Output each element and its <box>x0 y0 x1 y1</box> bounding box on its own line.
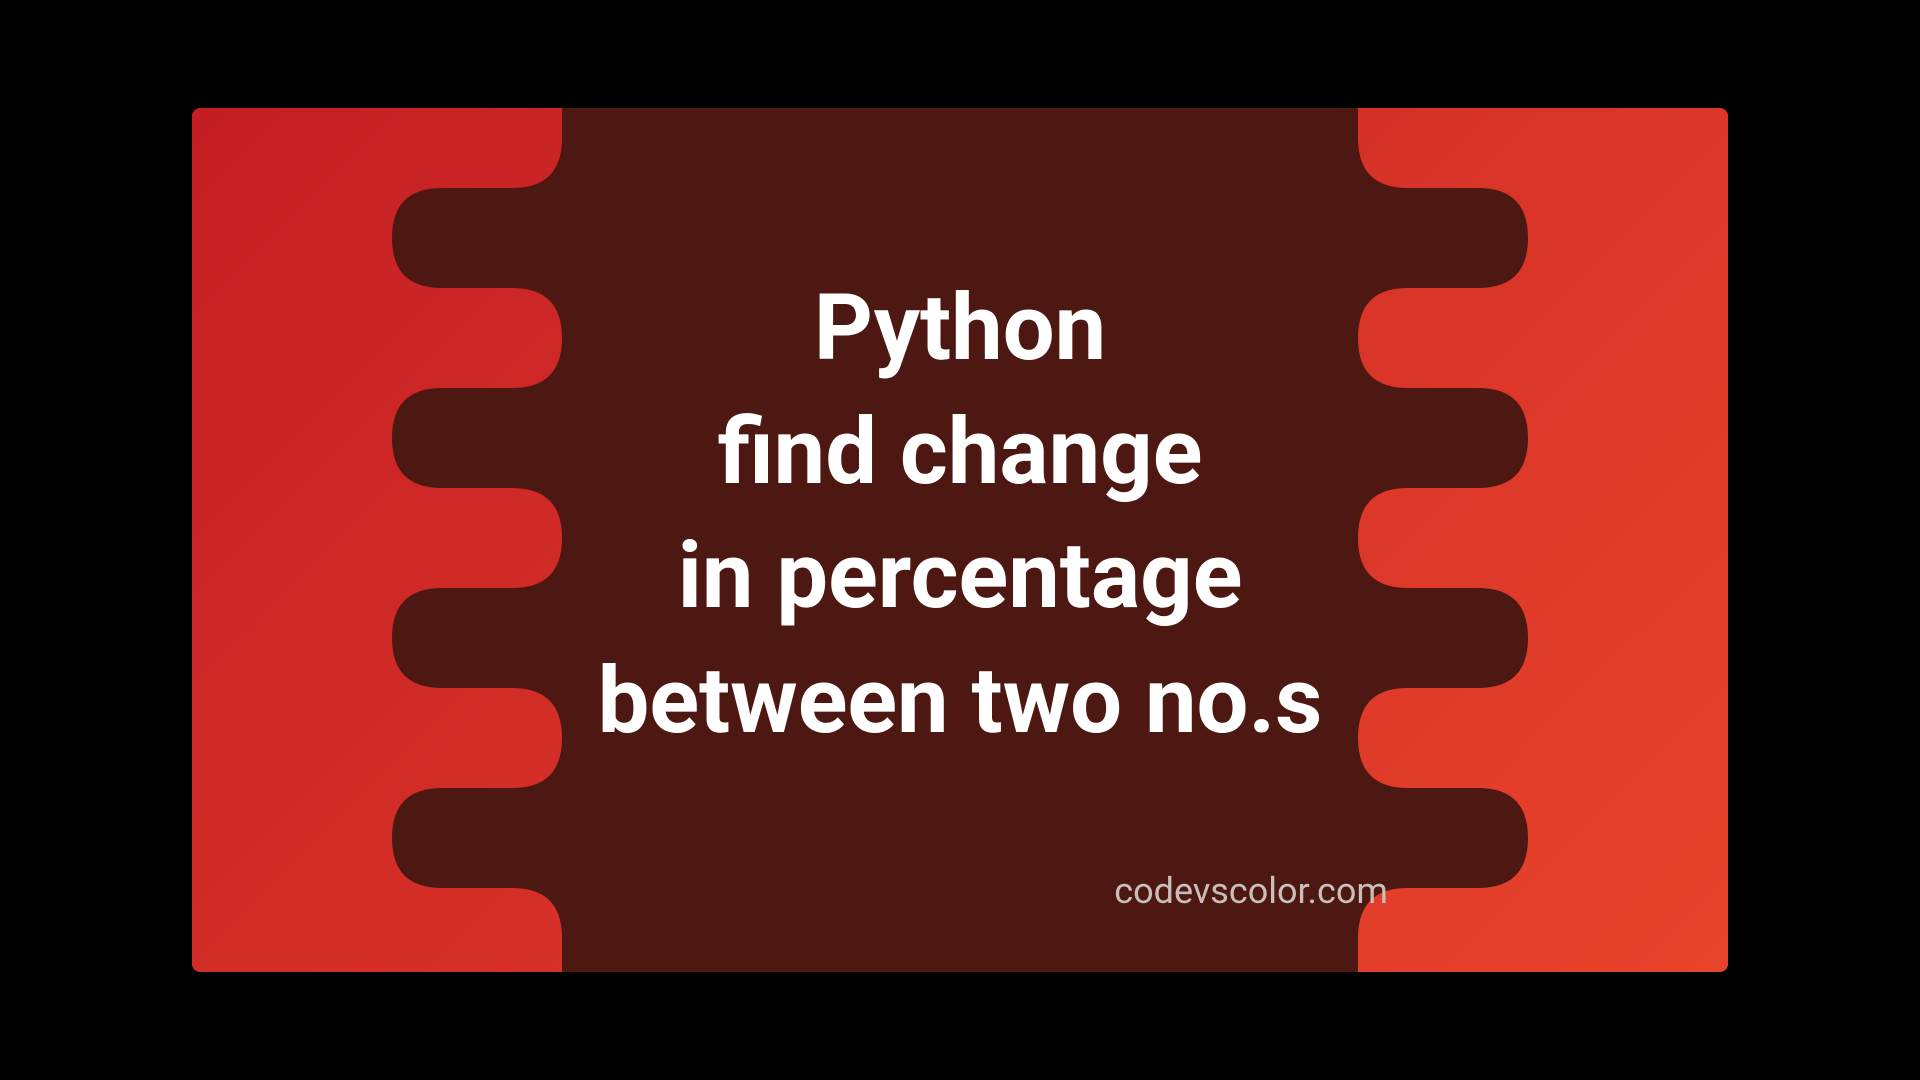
title-line-3: in percentage <box>192 515 1728 639</box>
title-line-1: Python <box>192 267 1728 391</box>
watermark-text: codevscolor.com <box>1114 870 1388 912</box>
banner-card: Python find change in percentage between… <box>192 108 1728 972</box>
title-text: Python find change in percentage between… <box>192 267 1728 764</box>
title-line-4: between two no.s <box>192 639 1728 763</box>
title-line-2: find change <box>192 391 1728 515</box>
